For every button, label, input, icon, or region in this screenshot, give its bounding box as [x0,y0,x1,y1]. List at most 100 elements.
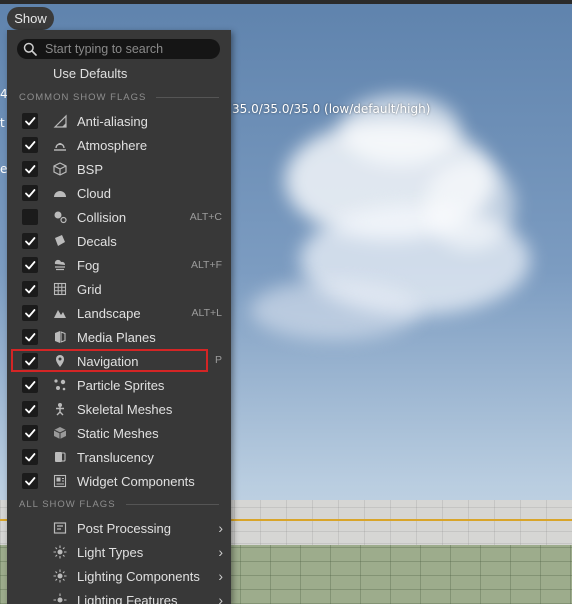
grid-icon [53,282,67,296]
checkmark-icon [25,405,36,414]
checkmark-icon [25,477,36,486]
checkmark-icon [25,309,36,318]
show-flag-label: Fog [77,257,100,273]
checkbox[interactable] [22,137,38,153]
show-flag-label: Grid [77,281,102,297]
viewport-text-fragment: t [0,116,5,130]
submenu-light-types[interactable]: Light Types › [7,540,231,564]
checkbox[interactable] [22,329,38,345]
checkmark-icon [25,261,36,270]
show-flag-anti-aliasing[interactable]: Anti-aliasing [7,109,231,133]
checkbox[interactable] [22,257,38,273]
submenu-post-processing[interactable]: Post Processing › [7,516,231,540]
all-show-flags-header: ALL SHOW FLAGS [19,499,219,510]
submenu-label: Post Processing [77,520,171,536]
submenu-lighting-components[interactable]: Lighting Components › [7,564,231,588]
checkmark-icon [25,285,36,294]
show-flag-cloud[interactable]: Cloud [7,181,231,205]
divider [125,504,219,505]
show-flag-label: Skeletal Meshes [77,401,173,417]
show-flag-particle-sprites[interactable]: Particle Sprites [7,373,231,397]
show-flag-collision[interactable]: Collision ALT+C [7,205,231,229]
show-flag-label: Media Planes [77,329,156,345]
checkbox[interactable] [22,161,38,177]
highlight-box-navigation [11,349,208,372]
cloud-icon [53,186,67,200]
submenu-label: Light Types [77,544,144,560]
submenu-lighting-features[interactable]: Lighting Features › [7,588,231,604]
checkbox[interactable] [22,401,38,417]
show-flag-label: Cloud [77,185,111,201]
viewport-top-strip [0,0,572,4]
checkbox[interactable] [22,113,38,129]
anti-aliasing-icon [53,114,67,128]
show-flag-label: Landscape [77,305,141,321]
checkmark-icon [25,117,36,126]
show-flag-atmosphere[interactable]: Atmosphere [7,133,231,157]
checkbox[interactable] [22,305,38,321]
show-flag-static-meshes[interactable]: Static Meshes [7,421,231,445]
common-show-flags-header: COMMON SHOW FLAGS [19,92,219,103]
shortcut-label: ALT+C [189,211,222,223]
show-flag-label: Anti-aliasing [77,113,148,129]
static-meshes-icon [53,426,67,440]
lighting-features-icon [53,593,67,604]
collision-icon [53,210,67,224]
show-flag-label: Static Meshes [77,425,159,441]
checkbox[interactable] [22,377,38,393]
use-defaults-item[interactable]: Use Defaults [53,66,127,81]
search-input[interactable] [43,41,217,57]
media-planes-icon [53,330,67,344]
landscape-icon [53,306,67,320]
show-flag-translucency[interactable]: Translucency [7,445,231,469]
show-flag-label: Particle Sprites [77,377,165,393]
checkmark-icon [25,429,36,438]
atmosphere-icon [53,138,67,152]
checkbox[interactable] [22,425,38,441]
cloud [250,280,420,340]
shortcut-label: ALT+F [190,259,222,271]
show-flag-widget-components[interactable]: Widget Components [7,469,231,493]
light-types-icon [53,545,67,559]
checkbox[interactable] [22,209,38,225]
show-button[interactable]: Show [7,7,54,30]
show-flag-bsp[interactable]: BSP [7,157,231,181]
divider [156,97,219,98]
bsp-icon [53,162,67,176]
show-flag-label: BSP [77,161,104,177]
translucency-icon [53,450,67,464]
checkmark-icon [25,189,36,198]
show-flag-media-planes[interactable]: Media Planes [7,325,231,349]
show-flag-landscape[interactable]: Landscape ALT+L [7,301,231,325]
checkmark-icon [25,381,36,390]
navigation-shortcut: P [215,354,223,366]
skeletal-meshes-icon [53,402,67,416]
checkbox[interactable] [22,473,38,489]
checkbox[interactable] [22,449,38,465]
checkmark-icon [25,237,36,246]
checkmark-icon [25,453,36,462]
checkbox[interactable] [22,233,38,249]
cloud [425,160,515,250]
widget-components-icon [53,474,67,488]
shortcut-label: ALT+L [191,307,222,319]
lighting-components-icon [53,569,67,583]
section-label: ALL SHOW FLAGS [19,499,116,510]
show-flag-grid[interactable]: Grid [7,277,231,301]
chevron-right-icon: › [218,568,223,584]
fog-icon [53,258,67,272]
show-flags-menu: Use Defaults COMMON SHOW FLAGS Anti-alia… [7,30,231,604]
checkbox[interactable] [22,185,38,201]
show-flag-label: Collision [77,209,127,225]
show-flag-label: Atmosphere [77,137,148,153]
show-flag-fog[interactable]: Fog ALT+F [7,253,231,277]
show-flag-decals[interactable]: Decals [7,229,231,253]
submenu-label: Lighting Features [77,592,178,604]
show-flag-skeletal-meshes[interactable]: Skeletal Meshes [7,397,231,421]
particle-sprites-icon [53,378,67,392]
chevron-right-icon: › [218,520,223,536]
search-box[interactable] [17,39,220,59]
section-label: COMMON SHOW FLAGS [19,92,147,103]
decals-icon [53,234,67,248]
checkbox[interactable] [22,281,38,297]
